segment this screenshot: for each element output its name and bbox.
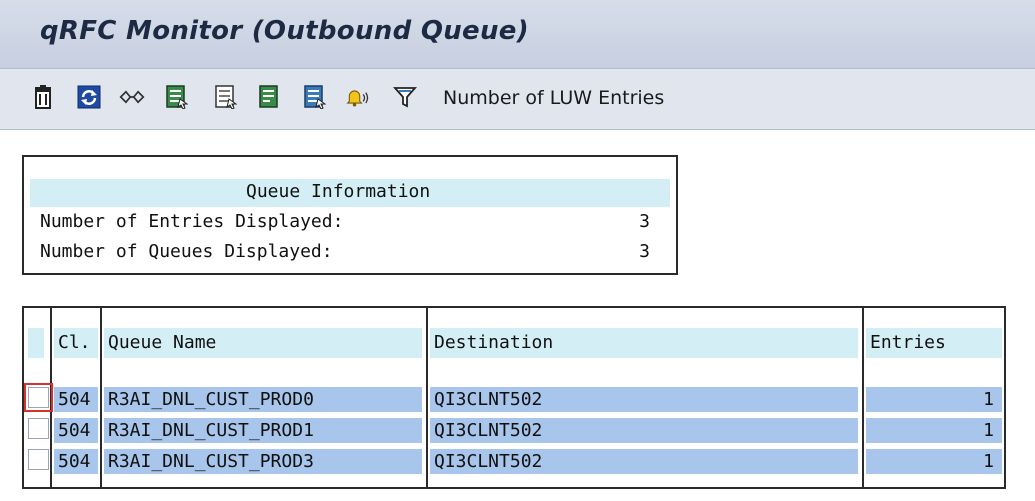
cell-queue-name: R3AI_DNL_CUST_PROD1 [108, 420, 314, 441]
cell-client: 504 [58, 389, 91, 410]
cell-destination: QI3CLNT502 [434, 420, 543, 441]
column-divider [426, 308, 428, 487]
table-row-queue-name[interactable]: R3AI_DNL_CUST_PROD0 [104, 387, 422, 412]
queues-displayed-value: 3 [639, 241, 650, 262]
cell-destination: QI3CLNT502 [434, 451, 543, 472]
row-selector[interactable] [28, 449, 49, 470]
entries-displayed-value: 3 [639, 211, 650, 232]
column-header-entries-label: Entries [870, 332, 946, 353]
entries-displayed-row: Number of Entries Displayed: 3 [40, 209, 650, 235]
details-icon[interactable] [302, 84, 328, 110]
column-divider [862, 308, 864, 487]
table-row-queue-name[interactable]: R3AI_DNL_CUST_PROD1 [104, 418, 422, 443]
filter-icon[interactable] [392, 84, 418, 110]
column-divider [100, 308, 102, 487]
queue-information-header: Queue Information [30, 179, 670, 207]
queues-displayed-row: Number of Queues Displayed: 3 [40, 239, 650, 265]
cell-queue-name: R3AI_DNL_CUST_PROD3 [108, 451, 314, 472]
glasses-icon[interactable] [119, 84, 145, 110]
column-header-client-label: Cl. [58, 332, 91, 353]
refresh-icon[interactable] [76, 84, 102, 110]
column-header-entries[interactable]: Entries [866, 328, 1002, 358]
queue-information-title: Queue Information [246, 181, 431, 202]
cell-client: 504 [58, 420, 91, 441]
table-row-entries[interactable]: 1 [866, 449, 1002, 474]
cell-entries: 1 [983, 389, 994, 410]
cell-entries: 1 [983, 451, 994, 472]
table-row-destination[interactable]: QI3CLNT502 [430, 418, 858, 443]
table-row-entries[interactable]: 1 [866, 418, 1002, 443]
table-row-destination[interactable]: QI3CLNT502 [430, 387, 858, 412]
queue-information-box: Queue Information Number of Entries Disp… [22, 155, 678, 275]
page-title: qRFC Monitor (Outbound Queue) [40, 16, 529, 46]
row-selector[interactable] [28, 387, 49, 408]
table-row-entries[interactable]: 1 [866, 387, 1002, 412]
select-column-header[interactable] [28, 328, 44, 358]
trash-icon[interactable] [30, 84, 56, 110]
column-header-queue-name[interactable]: Queue Name [104, 328, 422, 358]
column-header-destination[interactable]: Destination [430, 328, 858, 358]
column-header-queue-name-label: Queue Name [108, 332, 217, 353]
cell-destination: QI3CLNT502 [434, 389, 543, 410]
table-row-queue-name[interactable]: R3AI_DNL_CUST_PROD3 [104, 449, 422, 474]
title-bar: qRFC Monitor (Outbound Queue) [0, 0, 1035, 69]
cell-entries: 1 [983, 420, 994, 441]
row-selector[interactable] [28, 418, 49, 439]
alert-bell-icon[interactable] [345, 84, 371, 110]
queue-table: Cl. Queue Name Destination Entries 504 R… [22, 306, 1006, 489]
entries-displayed-label: Number of Entries Displayed: [40, 211, 344, 232]
column-header-client[interactable]: Cl. [54, 328, 98, 358]
table-row-client[interactable]: 504 [54, 387, 98, 412]
cell-client: 504 [58, 451, 91, 472]
cell-queue-name: R3AI_DNL_CUST_PROD0 [108, 389, 314, 410]
table-row-destination[interactable]: QI3CLNT502 [430, 449, 858, 474]
select-block-icon[interactable] [257, 84, 283, 110]
select-all-icon[interactable] [164, 84, 190, 110]
column-header-destination-label: Destination [434, 332, 554, 353]
number-of-luw-entries-button[interactable]: Number of LUW Entries [443, 87, 664, 109]
table-row-client[interactable]: 504 [54, 418, 98, 443]
queues-displayed-label: Number of Queues Displayed: [40, 241, 333, 262]
table-row-client[interactable]: 504 [54, 449, 98, 474]
deselect-all-icon[interactable] [213, 84, 239, 110]
